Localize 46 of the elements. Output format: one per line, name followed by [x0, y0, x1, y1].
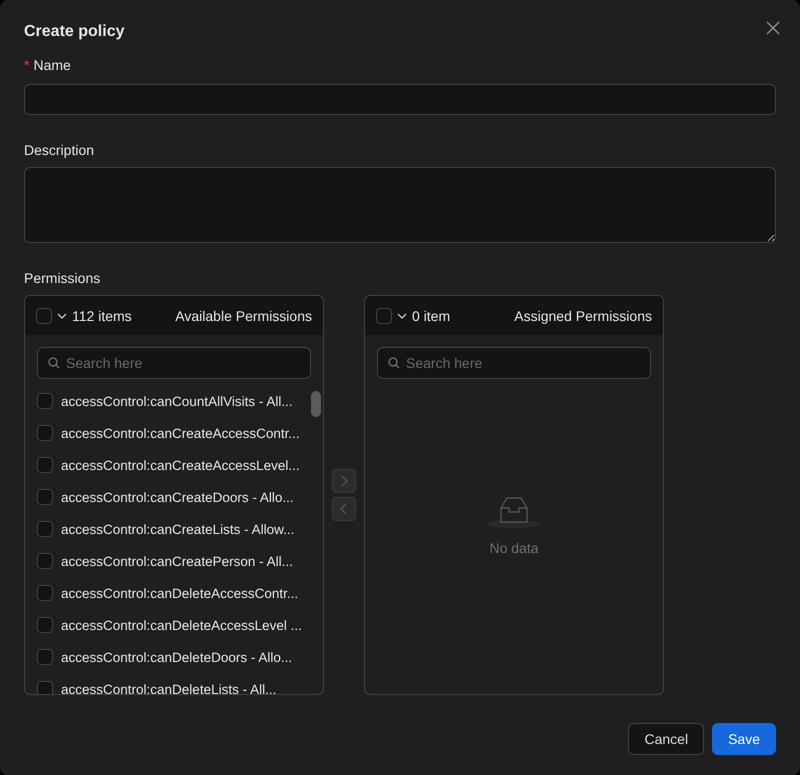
- permission-item[interactable]: accessControl:canCreateLists - Allow...: [61, 522, 294, 536]
- permission-item[interactable]: accessControl:canCreateAccessContr...: [61, 426, 300, 440]
- chevron-down-icon[interactable]: [397, 312, 407, 318]
- item-checkbox[interactable]: [37, 649, 53, 665]
- permission-item[interactable]: accessControl:canCreateAccessLevel...: [61, 458, 300, 472]
- field-label: Permissions: [24, 269, 102, 288]
- search-field[interactable]: Search here: [37, 347, 311, 379]
- item-checkbox[interactable]: [37, 393, 53, 409]
- permission-item[interactable]: accessControl:canDeleteDoors - Allo...: [61, 650, 292, 664]
- required-mark: *: [24, 57, 30, 73]
- permission-item[interactable]: accessControl:canDeleteLists - All...: [61, 682, 276, 694]
- close-icon[interactable]: [766, 21, 780, 35]
- panel-title: Available Permissions: [175, 308, 312, 324]
- select-all-checkbox[interactable]: [36, 308, 52, 324]
- search-icon: [48, 357, 60, 369]
- item-checkbox[interactable]: [37, 617, 53, 633]
- permission-item[interactable]: accessControl:canDeleteAccessLevel ...: [61, 618, 302, 632]
- panel-title: Assigned Permissions: [514, 308, 652, 324]
- select-all-checkbox[interactable]: [376, 308, 392, 324]
- item-checkbox[interactable]: [37, 489, 53, 505]
- search-icon: [388, 357, 400, 369]
- field-label: Name: [33, 57, 71, 73]
- dialog-title: Create policy: [24, 23, 124, 41]
- item-checkbox[interactable]: [37, 521, 53, 537]
- empty-text: No data: [489, 540, 539, 556]
- chevron-left-icon: [340, 503, 348, 515]
- item-checkbox[interactable]: [37, 585, 53, 601]
- permission-item[interactable]: accessControl:canDeleteAccessContr...: [61, 586, 298, 600]
- chevron-down-icon[interactable]: [57, 312, 67, 318]
- item-checkbox[interactable]: [37, 681, 53, 694]
- search-field[interactable]: Search here: [377, 347, 651, 379]
- scrollbar-thumb[interactable]: [311, 391, 321, 417]
- cancel-button[interactable]: Cancel: [628, 723, 704, 755]
- description-field[interactable]: [24, 167, 776, 243]
- permission-item[interactable]: accessControl:canCountAllVisits - All...: [61, 394, 293, 408]
- item-checkbox[interactable]: [37, 553, 53, 569]
- item-checkbox[interactable]: [37, 457, 53, 473]
- name-field[interactable]: [24, 84, 776, 115]
- item-checkbox[interactable]: [37, 425, 53, 441]
- permission-item[interactable]: accessControl:canCreateDoors - Allo...: [61, 490, 294, 504]
- field-label: Description: [24, 142, 94, 158]
- save-button[interactable]: Save: [712, 723, 776, 755]
- permission-item[interactable]: accessControl:canCreatePerson - All...: [61, 554, 293, 568]
- chevron-right-icon: [340, 475, 348, 487]
- item-count: 0 item: [412, 308, 452, 324]
- item-count: 112 items: [72, 308, 133, 324]
